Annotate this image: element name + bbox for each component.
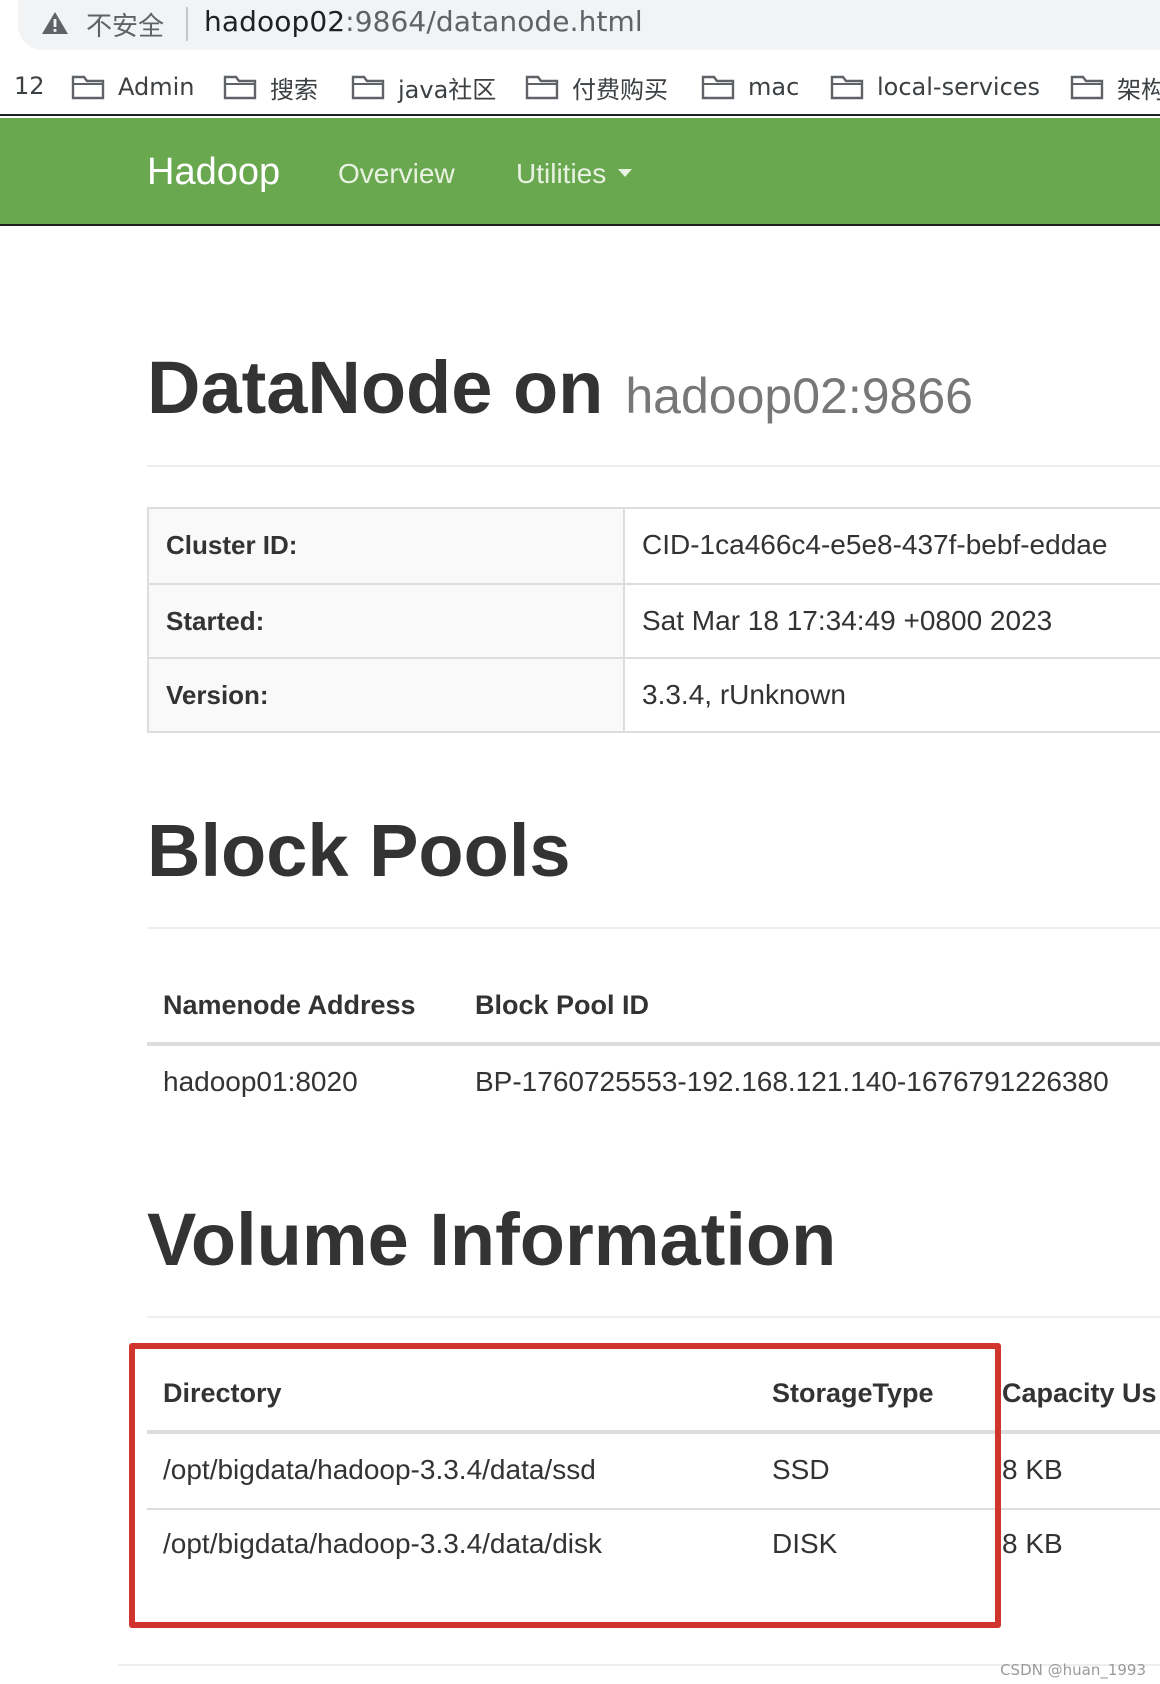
caret-down-icon (618, 168, 633, 177)
address-bar[interactable]: 不安全 hadoop02:9864/datanode.html (18, 0, 1160, 50)
bookmark-admin[interactable]: Admin (71, 69, 195, 105)
brand-link[interactable]: Hadoop (147, 151, 280, 194)
cluster-id-value: CID-1ca466c4-e5e8-437f-bebf-eddae (642, 529, 1108, 560)
url-path: :9864/datanode.html (345, 5, 643, 38)
bookmark-label: mac (748, 73, 800, 101)
red-highlight-box (129, 1343, 1001, 1628)
namenode-address-cell: hadoop01:8020 (163, 1066, 358, 1097)
folder-icon (1070, 75, 1104, 100)
capacity-used-cell: 8 KB (1002, 1454, 1063, 1485)
navbar: Hadoop Overview Utilities (0, 118, 1160, 226)
warning-icon (42, 12, 68, 34)
nav-overview[interactable]: Overview (338, 158, 455, 190)
folder-icon (525, 75, 559, 100)
bookmark-paid[interactable]: 付费购买 (525, 69, 668, 105)
block-pool-id-cell: BP-1760725553-192.168.121.140-1676791226… (475, 1066, 1109, 1097)
column-header-block-pool-id: Block Pool ID (475, 990, 650, 1020)
header-divider (147, 465, 1160, 467)
bookmark-label: 搜索 (270, 75, 318, 104)
bookmark-truncated[interactable]: 12 (14, 72, 45, 100)
folder-icon (701, 75, 735, 100)
block-pools-divider (147, 927, 1160, 929)
volume-information-divider (147, 1316, 1160, 1318)
folder-icon (830, 75, 864, 100)
volume-information-title: Volume Information (147, 1198, 837, 1281)
version-label: Version: (149, 659, 625, 731)
table-row: Started: Sat Mar 18 17:34:49 +0800 2023 (149, 583, 1160, 657)
address-separator (186, 7, 188, 41)
nav-utilities-label: Utilities (516, 158, 607, 189)
folder-icon (71, 75, 105, 100)
block-pools-header-rule (147, 1042, 1160, 1046)
version-value: 3.3.4, rUnknown (642, 679, 846, 710)
bookmark-search[interactable]: 搜索 (223, 69, 318, 105)
nav-utilities[interactable]: Utilities (516, 158, 633, 190)
bookmark-label: Admin (118, 73, 195, 101)
overview-table: Cluster ID: CID-1ca466c4-e5e8-437f-bebf-… (147, 507, 1160, 733)
block-pools-title: Block Pools (147, 809, 571, 892)
bookmark-local-services[interactable]: local-services (830, 69, 1040, 105)
table-row: Version: 3.3.4, rUnknown (149, 657, 1160, 731)
cluster-id-label: Cluster ID: (149, 509, 625, 583)
url-text[interactable]: hadoop02:9864/datanode.html (204, 5, 643, 38)
bookmark-label: java社区 (398, 75, 497, 104)
column-header-capacity-used: Capacity Us (1002, 1378, 1157, 1408)
folder-icon (351, 75, 385, 100)
page-title: DataNode on hadoop02:9866 (147, 345, 973, 430)
bookmarks-bar: 12 Admin 搜索 java社区 付费购买 mac local-servic… (0, 60, 1160, 116)
table-row: Cluster ID: CID-1ca466c4-e5e8-437f-bebf-… (149, 509, 1160, 583)
started-value: Sat Mar 18 17:34:49 +0800 2023 (642, 605, 1053, 636)
bookmark-architecture[interactable]: 架构 (1070, 69, 1160, 105)
capacity-used-cell: 8 KB (1002, 1528, 1063, 1559)
page-title-main: DataNode on (147, 346, 604, 429)
bookmark-label: local-services (877, 73, 1041, 101)
bookmark-mac[interactable]: mac (701, 69, 799, 105)
security-label[interactable]: 不安全 (86, 6, 164, 43)
bookmark-label: 付费购买 (572, 75, 668, 104)
url-host: hadoop02 (204, 5, 346, 38)
bookmark-label: 架构 (1117, 75, 1160, 104)
started-label: Started: (149, 585, 625, 657)
page-title-host: hadoop02:9866 (625, 368, 973, 424)
watermark: CSDN @huan_1993 (1000, 1661, 1146, 1679)
column-header-namenode-address: Namenode Address (163, 990, 416, 1020)
bookmark-java[interactable]: java社区 (351, 69, 496, 105)
folder-icon (223, 75, 257, 100)
